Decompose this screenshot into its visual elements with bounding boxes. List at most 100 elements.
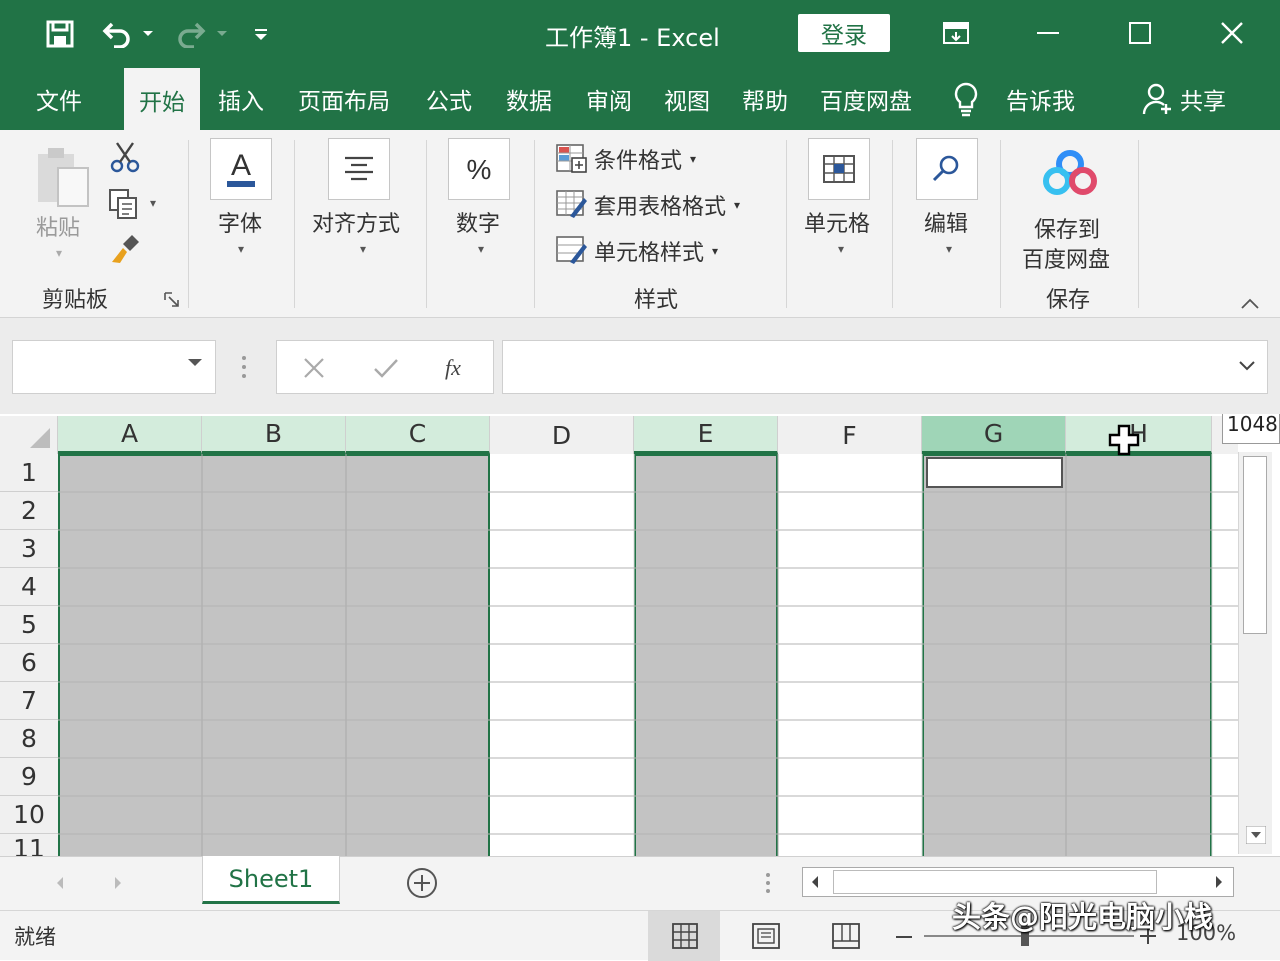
select-all-corner[interactable] <box>0 416 58 454</box>
cut-icon[interactable] <box>108 140 142 174</box>
cells-button[interactable]: 单元格 <box>804 206 870 238</box>
paste-button: 粘贴 <box>36 216 81 241</box>
cells-dropdown-icon[interactable]: ▾ <box>838 242 844 256</box>
editing-button[interactable]: 编辑 <box>924 206 968 238</box>
alignment-button[interactable]: 对齐方式 <box>312 206 400 238</box>
alignment-dropdown-icon[interactable]: ▾ <box>360 242 366 256</box>
row-header-2[interactable]: 2 <box>0 492 58 530</box>
row-header-11[interactable]: 11 <box>0 834 58 856</box>
format-painter-icon[interactable] <box>108 232 142 266</box>
sheet-prev-icon[interactable] <box>54 875 66 891</box>
row-header-10[interactable]: 10 <box>0 796 58 834</box>
row-header-6[interactable]: 6 <box>0 644 58 682</box>
column-header-a[interactable]: A <box>58 416 202 454</box>
sheet-next-icon[interactable] <box>112 875 124 891</box>
scroll-down-arrow-icon[interactable] <box>1246 826 1266 844</box>
row-header-4[interactable]: 4 <box>0 568 58 606</box>
tab-formulas[interactable]: 公式 <box>426 68 472 130</box>
normal-view-icon <box>672 923 698 949</box>
minimize-icon[interactable] <box>1026 12 1070 54</box>
collapse-ribbon-icon[interactable] <box>1240 298 1260 310</box>
ribbon-display-options-icon[interactable] <box>934 12 978 54</box>
save-to-baidu-line2[interactable]: 百度网盘 <box>1022 242 1110 274</box>
horizontal-scroll-thumb[interactable] <box>833 870 1157 894</box>
maximize-icon[interactable] <box>1118 12 1162 54</box>
row-header-3[interactable]: 3 <box>0 530 58 568</box>
undo-dropdown-icon[interactable] <box>138 16 158 52</box>
tab-split-handle-icon[interactable] <box>764 871 772 895</box>
column-header-c[interactable]: C <box>346 416 490 454</box>
tab-review[interactable]: 审阅 <box>586 68 632 130</box>
expand-formula-bar-icon[interactable] <box>1239 361 1255 371</box>
row-header-8[interactable]: 8 <box>0 720 58 758</box>
active-cell-g1[interactable] <box>926 457 1063 488</box>
font-button[interactable]: 字体 <box>218 206 262 238</box>
row-header-1[interactable]: 1 <box>0 454 58 492</box>
editing-dropdown-icon[interactable]: ▾ <box>946 242 952 256</box>
paste-icon <box>34 146 94 212</box>
lightbulb-icon[interactable] <box>952 68 980 130</box>
tell-me-search[interactable]: 告诉我 <box>1006 68 1075 130</box>
editing-search-icon[interactable] <box>916 138 978 200</box>
tab-page-layout[interactable]: 页面布局 <box>298 68 390 130</box>
login-button[interactable]: 登录 <box>798 14 890 52</box>
share-button[interactable]: 共享 <box>1180 68 1226 130</box>
alignment-icon[interactable] <box>328 138 390 200</box>
scroll-left-arrow-icon[interactable] <box>809 874 821 890</box>
page-layout-view-icon[interactable] <box>752 923 780 949</box>
row-header-9[interactable]: 9 <box>0 758 58 796</box>
page-break-preview-icon[interactable] <box>832 923 860 949</box>
clipboard-dialog-launcher-icon[interactable] <box>164 292 180 308</box>
horizontal-scrollbar[interactable] <box>802 867 1234 897</box>
conditional-format-button[interactable]: 条件格式 ▾ <box>556 141 696 177</box>
baidu-netdisk-icon[interactable] <box>1042 150 1098 196</box>
tab-view[interactable]: 视图 <box>664 68 710 130</box>
percent-icon[interactable]: % <box>448 138 510 200</box>
conditional-format-label: 条件格式 <box>594 149 683 174</box>
new-sheet-icon[interactable] <box>406 867 438 899</box>
normal-view-button[interactable] <box>648 911 720 961</box>
name-box[interactable] <box>12 340 216 394</box>
number-button[interactable]: 数字 <box>456 206 500 238</box>
customize-qat-icon[interactable] <box>248 16 274 52</box>
tab-file[interactable]: 文件 <box>36 68 82 130</box>
row-header-5[interactable]: 5 <box>0 606 58 644</box>
insert-function-icon[interactable]: fx <box>443 353 473 381</box>
zoom-out-icon[interactable] <box>896 935 912 939</box>
tab-help[interactable]: 帮助 <box>742 68 788 130</box>
row-header-7[interactable]: 7 <box>0 682 58 720</box>
font-a-icon[interactable]: A <box>210 138 272 200</box>
format-as-table-button[interactable]: 套用表格格式 ▾ <box>556 187 740 223</box>
cells-icon[interactable] <box>808 138 870 200</box>
tab-data[interactable]: 数据 <box>506 68 552 130</box>
number-dropdown-icon[interactable]: ▾ <box>478 242 484 256</box>
formula-bar-resize-icon[interactable] <box>240 354 248 380</box>
column-header-g[interactable]: G <box>922 416 1066 454</box>
sheet-tab-sheet1[interactable]: Sheet1 <box>202 856 340 904</box>
save-icon[interactable] <box>40 16 80 52</box>
tab-home[interactable]: 开始 <box>124 68 200 130</box>
undo-icon[interactable] <box>98 16 138 52</box>
close-icon[interactable] <box>1210 12 1254 54</box>
vertical-scroll-thumb[interactable] <box>1243 456 1267 634</box>
tab-insert[interactable]: 插入 <box>218 68 264 130</box>
font-dropdown-icon[interactable]: ▾ <box>238 242 244 256</box>
vertical-scrollbar[interactable] <box>1238 452 1272 854</box>
name-box-dropdown-icon[interactable] <box>187 358 203 368</box>
save-to-baidu-line1[interactable]: 保存到 <box>1034 212 1100 244</box>
cell-styles-button[interactable]: 单元格样式 ▾ <box>556 233 718 269</box>
worksheet-grid[interactable]: A B C D E F G H 1 2 3 4 5 6 7 8 9 10 11 … <box>0 414 1280 856</box>
scroll-right-arrow-icon[interactable] <box>1213 874 1225 890</box>
format-as-table-icon <box>556 190 588 220</box>
cell-styles-icon <box>556 236 588 266</box>
copy-icon[interactable] <box>108 188 142 220</box>
column-header-e[interactable]: E <box>634 416 778 454</box>
column-header-f[interactable]: F <box>778 416 922 454</box>
share-user-icon[interactable] <box>1142 68 1174 130</box>
tab-baidu-netdisk[interactable]: 百度网盘 <box>820 68 912 130</box>
copy-dropdown-icon[interactable]: ▾ <box>150 196 156 210</box>
cross-cursor-icon <box>1108 424 1140 456</box>
column-header-b[interactable]: B <box>202 416 346 454</box>
column-header-d[interactable]: D <box>490 416 634 454</box>
formula-input[interactable] <box>502 340 1268 394</box>
